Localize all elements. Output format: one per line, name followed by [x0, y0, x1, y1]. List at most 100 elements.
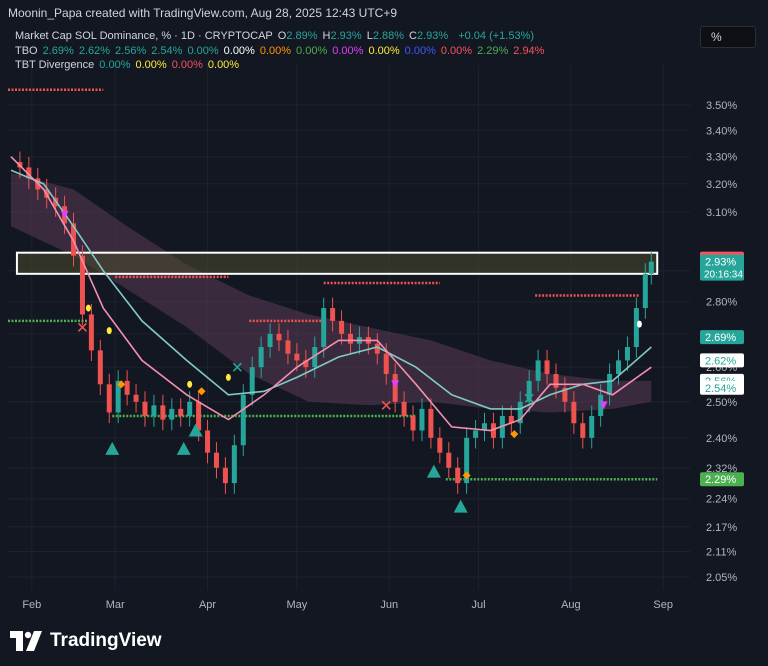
price-label-text: 2.54% — [705, 383, 736, 395]
candle-body — [267, 333, 273, 348]
tbo-legend[interactable]: TBO 2.69% 2.62% 2.56% 2.54% 0.00% 0.00% 0.00% 0.… — [15, 45, 554, 57]
y-tick-label: 2.11% — [706, 547, 737, 559]
candle-body — [401, 401, 407, 417]
y-tick-label: 3.20% — [706, 179, 737, 191]
candle-body — [446, 452, 452, 468]
tbo-value: 2.54% — [151, 45, 183, 57]
candle-body — [642, 273, 648, 309]
buy-triangle-marker — [426, 464, 441, 478]
candle-body — [607, 373, 613, 395]
candle-body — [276, 333, 282, 341]
tbt-value: 0.00% — [135, 59, 167, 71]
price-label: 2.29% — [700, 472, 744, 487]
tbo-value: 2.62% — [78, 45, 111, 57]
candle-body — [544, 360, 550, 374]
candle-body — [205, 430, 211, 453]
tbt-value: 0.00% — [171, 59, 203, 71]
highlight-zone — [15, 251, 659, 275]
tbo-value: 0.00% — [368, 45, 400, 57]
candle-body — [473, 430, 479, 438]
candle-body — [285, 340, 291, 354]
candle-body — [580, 423, 586, 438]
candle-body — [294, 353, 300, 361]
buy-triangle-marker — [105, 441, 120, 455]
candle-body — [419, 408, 425, 431]
candle-body — [106, 384, 112, 413]
x-tick-label: Jul — [472, 599, 486, 611]
x-tick-label: Mar — [106, 599, 125, 611]
tbt-value: 0.00% — [207, 59, 240, 71]
ohlc-key: H — [322, 30, 331, 42]
tbt-legend[interactable]: TBT Divergence 0.00% 0.00% 0.00% 0.00% — [15, 59, 249, 71]
symbol-title: Market Cap SOL Dominance, % · 1D · CRYPT… — [15, 30, 273, 42]
tbo-value: 0.00% — [404, 45, 436, 57]
y-tick-label: 2.40% — [706, 433, 737, 445]
price-label: 2.62% — [700, 353, 744, 368]
tradingview-logo: TradingView — [10, 630, 162, 652]
price-label-text: 2.69% — [705, 332, 736, 344]
x-tick-label: Aug — [561, 599, 581, 611]
price-label-text: 2.29% — [705, 474, 736, 486]
y-tick-label: 3.10% — [706, 207, 737, 219]
candle-body — [633, 308, 639, 348]
candle-body — [571, 401, 577, 424]
x-tick-label: Apr — [199, 599, 216, 611]
percent-scale-button[interactable]: % — [700, 26, 756, 48]
x-tick-label: Sep — [653, 599, 673, 611]
ohlc-key: L — [366, 30, 373, 42]
x-tick-label: May — [286, 599, 307, 611]
candle-body — [160, 405, 166, 420]
signal-dot-marker — [106, 327, 112, 335]
ohlc-value: 2.89% — [286, 30, 318, 42]
candle-body — [231, 445, 237, 484]
price-label: 2.69% — [700, 330, 744, 345]
candle-body — [97, 350, 103, 385]
candle-body — [169, 408, 175, 420]
tbo-value: 0.00% — [223, 45, 255, 57]
y-tick-label: 2.50% — [706, 397, 737, 409]
buy-triangle-marker — [453, 499, 468, 513]
signal-dot-marker — [187, 380, 193, 388]
candle-body — [133, 394, 139, 402]
price-label: 2.54% — [700, 380, 744, 395]
candle-body — [142, 401, 148, 417]
ohlc-value: 2.93% — [330, 30, 362, 42]
buy-triangle-marker — [176, 441, 191, 455]
symbol-legend: Market Cap SOL Dominance, % · 1D · CRYPT… — [15, 30, 539, 42]
candle-body — [258, 347, 264, 368]
tbo-value: 2.56% — [115, 45, 147, 57]
candle-body — [330, 308, 336, 321]
candle-body — [455, 467, 461, 484]
ohlc-value: 2.93% — [416, 30, 449, 42]
candle-body — [187, 401, 193, 417]
tbo-value: 0.00% — [440, 45, 473, 57]
x-tick-label: Jun — [380, 599, 398, 611]
signal-dot-marker — [636, 320, 642, 328]
candle-body — [240, 394, 246, 446]
tbo-value: 0.00% — [296, 45, 328, 57]
candle-body — [321, 308, 327, 348]
signal-dot-marker — [225, 373, 231, 381]
y-tick-label: 3.30% — [706, 152, 737, 164]
tbo-label: TBO — [15, 45, 38, 57]
candle-body — [88, 314, 94, 351]
tbo-value: 2.94% — [513, 45, 545, 57]
candle-body — [535, 360, 541, 381]
candle-body — [616, 360, 622, 374]
ohlc-key: C — [409, 30, 417, 42]
candle-body — [428, 408, 434, 438]
tradingview-brand: TradingView — [50, 630, 162, 651]
tradingview-logo-icon — [10, 631, 42, 651]
x-tick-label: Feb — [22, 599, 41, 611]
tbt-values: 0.00% 0.00% 0.00% 0.00% — [99, 59, 244, 71]
price-chart[interactable]: 3.50%3.40%3.30%3.20%3.10%2.90%2.80%2.70%… — [0, 0, 768, 666]
countdown-text: 20:16:34 — [704, 270, 743, 281]
ohlc-value: 2.88% — [372, 30, 405, 42]
candle-body — [410, 416, 416, 431]
y-tick-label: 2.17% — [706, 522, 737, 534]
candle-body — [553, 373, 559, 388]
chart-credit: Moonin_Papa created with TradingView.com… — [8, 6, 398, 20]
tbo-value: 2.69% — [42, 45, 74, 57]
tbo-values: 2.69% 2.62% 2.56% 2.54% 0.00% 0.00% 0.00% 0.00%… — [43, 45, 550, 57]
candle-body — [624, 347, 630, 361]
